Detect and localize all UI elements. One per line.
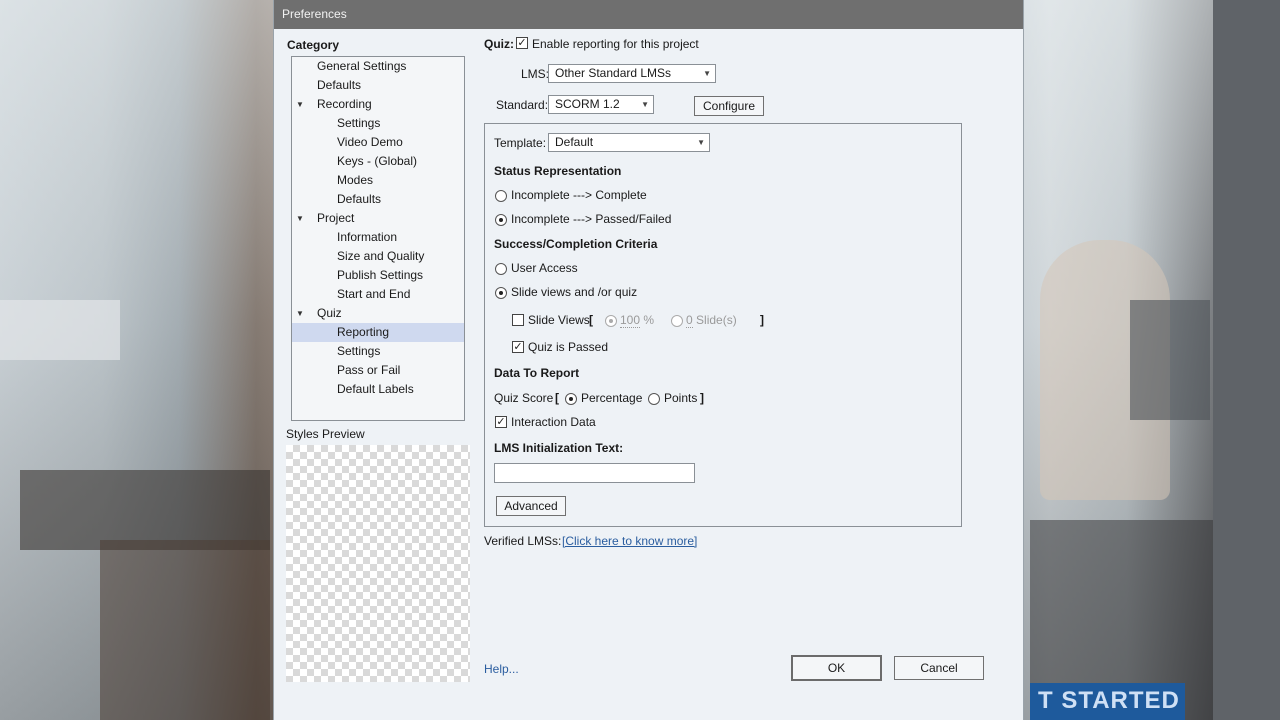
standard-dropdown-value: SCORM 1.2 (555, 97, 620, 111)
tree-item-quiz[interactable]: Quiz (317, 304, 342, 323)
status-heading: Status Representation (494, 164, 622, 178)
background-strip (1213, 0, 1280, 720)
slide-views-label: Slide Views (528, 313, 590, 327)
background-banner: T STARTED (1030, 683, 1185, 720)
lms-dropdown[interactable]: Other Standard LMSs ▼ (548, 64, 716, 83)
template-label: Template: (494, 136, 547, 150)
tree-item-modes[interactable]: Modes (337, 171, 373, 190)
tree-item-reporting[interactable]: Reporting (292, 323, 464, 342)
percentage-radio[interactable] (565, 393, 577, 405)
checkmark-icon: ✓ (517, 37, 527, 49)
standard-dropdown[interactable]: SCORM 1.2 ▼ (548, 95, 654, 114)
points-radio[interactable] (648, 393, 660, 405)
report-heading: Data To Report (494, 366, 580, 380)
percent-unit: % (643, 313, 655, 327)
quiz-label: Quiz: (484, 37, 514, 51)
slides-unit: Slide(s) (696, 313, 737, 327)
quiz-passed-label: Quiz is Passed (528, 340, 609, 354)
slide-views-quiz-radio[interactable] (495, 287, 507, 299)
interaction-data-checkbox[interactable]: ✓ (495, 416, 507, 428)
tree-item-start-end[interactable]: Start and End (337, 285, 410, 304)
cancel-button[interactable]: Cancel (894, 656, 984, 680)
tree-item-quiz-settings[interactable]: Settings (337, 342, 380, 361)
quiz-score-bracket-open: [ (555, 391, 559, 405)
expand-arrow-icon[interactable]: ▼ (296, 214, 304, 223)
slides-radio[interactable] (671, 315, 683, 327)
enable-reporting-label: Enable reporting for this project (532, 37, 699, 51)
tree-item-keys-global[interactable]: Keys - (Global) (337, 152, 417, 171)
expand-arrow-icon[interactable]: ▼ (296, 309, 304, 318)
status-passed-failed-label: Incomplete ---> Passed/Failed (511, 212, 672, 226)
tree-item-default-labels[interactable]: Default Labels (337, 380, 414, 399)
category-tree[interactable]: General Settings Defaults ▼ Recording Se… (291, 56, 465, 421)
quiz-score-label: Quiz Score (494, 391, 554, 405)
tree-item-recording[interactable]: Recording (317, 95, 372, 114)
quiz-passed-checkbox[interactable]: ✓ (512, 341, 524, 353)
dialog-titlebar[interactable]: Preferences (274, 0, 1023, 29)
tree-item-publish-settings[interactable]: Publish Settings (337, 266, 423, 285)
template-dropdown-value: Default (555, 135, 594, 149)
chevron-down-icon: ▼ (641, 100, 649, 109)
status-complete-label: Incomplete ---> Complete (511, 188, 647, 202)
tree-item-pass-fail[interactable]: Pass or Fail (337, 361, 400, 380)
background-cabinet (100, 540, 270, 720)
slide-views-bracket-open: [ (589, 313, 593, 327)
ok-button[interactable]: OK (791, 655, 882, 681)
lms-dropdown-value: Other Standard LMSs (555, 66, 672, 80)
percent-field[interactable]: 100 % (620, 313, 655, 328)
chevron-down-icon: ▼ (697, 138, 705, 147)
quiz-score-bracket-close: ] (700, 391, 704, 405)
template-dropdown[interactable]: Default ▼ (548, 133, 710, 152)
background-lamp (0, 300, 120, 360)
help-link[interactable]: Help... (484, 662, 519, 676)
slide-views-checkbox[interactable] (512, 314, 524, 326)
configure-button[interactable]: Configure (694, 96, 764, 116)
checkmark-icon: ✓ (513, 341, 523, 353)
verified-lms-link[interactable]: [Click here to know more] (562, 534, 697, 548)
tree-item-information[interactable]: Information (337, 228, 397, 247)
tree-item-general-settings[interactable]: General Settings (317, 57, 406, 76)
lms-init-text-input[interactable] (494, 463, 695, 483)
preferences-dialog: Preferences Category General Settings De… (273, 0, 1024, 720)
tree-item-size-quality[interactable]: Size and Quality (337, 247, 424, 266)
enable-reporting-checkbox[interactable]: ✓ (516, 37, 528, 49)
chevron-down-icon: ▼ (703, 69, 711, 78)
background-desk (20, 470, 270, 550)
tree-item-project[interactable]: Project (317, 209, 354, 228)
slides-value: 0 (686, 313, 693, 328)
slide-views-bracket-close: ] (760, 313, 764, 327)
styles-preview-pane (286, 445, 470, 682)
status-complete-radio[interactable] (495, 190, 507, 202)
user-access-radio[interactable] (495, 263, 507, 275)
percent-radio[interactable] (605, 315, 617, 327)
percent-value: 100 (620, 313, 641, 328)
slide-views-quiz-label: Slide views and /or quiz (511, 285, 638, 299)
interaction-data-label: Interaction Data (511, 415, 596, 429)
standard-label: Standard: (496, 98, 549, 112)
slides-field[interactable]: 0 Slide(s) (686, 313, 737, 328)
background-monitor (1130, 300, 1210, 420)
success-heading: Success/Completion Criteria (494, 237, 658, 251)
styles-preview-label: Styles Preview (286, 427, 365, 441)
tree-item-recording-defaults[interactable]: Defaults (337, 190, 381, 209)
advanced-button[interactable]: Advanced (496, 496, 566, 516)
tree-item-recording-settings[interactable]: Settings (337, 114, 380, 133)
verified-lms-label: Verified LMSs: (484, 534, 562, 548)
expand-arrow-icon[interactable]: ▼ (296, 100, 304, 109)
tree-item-defaults[interactable]: Defaults (317, 76, 361, 95)
category-heading: Category (287, 38, 340, 52)
user-access-label: User Access (511, 261, 578, 275)
lms-label: LMS: (521, 67, 550, 81)
tree-item-video-demo[interactable]: Video Demo (337, 133, 403, 152)
points-label: Points (664, 391, 698, 405)
percentage-label: Percentage (581, 391, 643, 405)
lms-init-heading: LMS Initialization Text: (494, 441, 624, 455)
status-passed-failed-radio[interactable] (495, 214, 507, 226)
checkmark-icon: ✓ (496, 416, 506, 428)
